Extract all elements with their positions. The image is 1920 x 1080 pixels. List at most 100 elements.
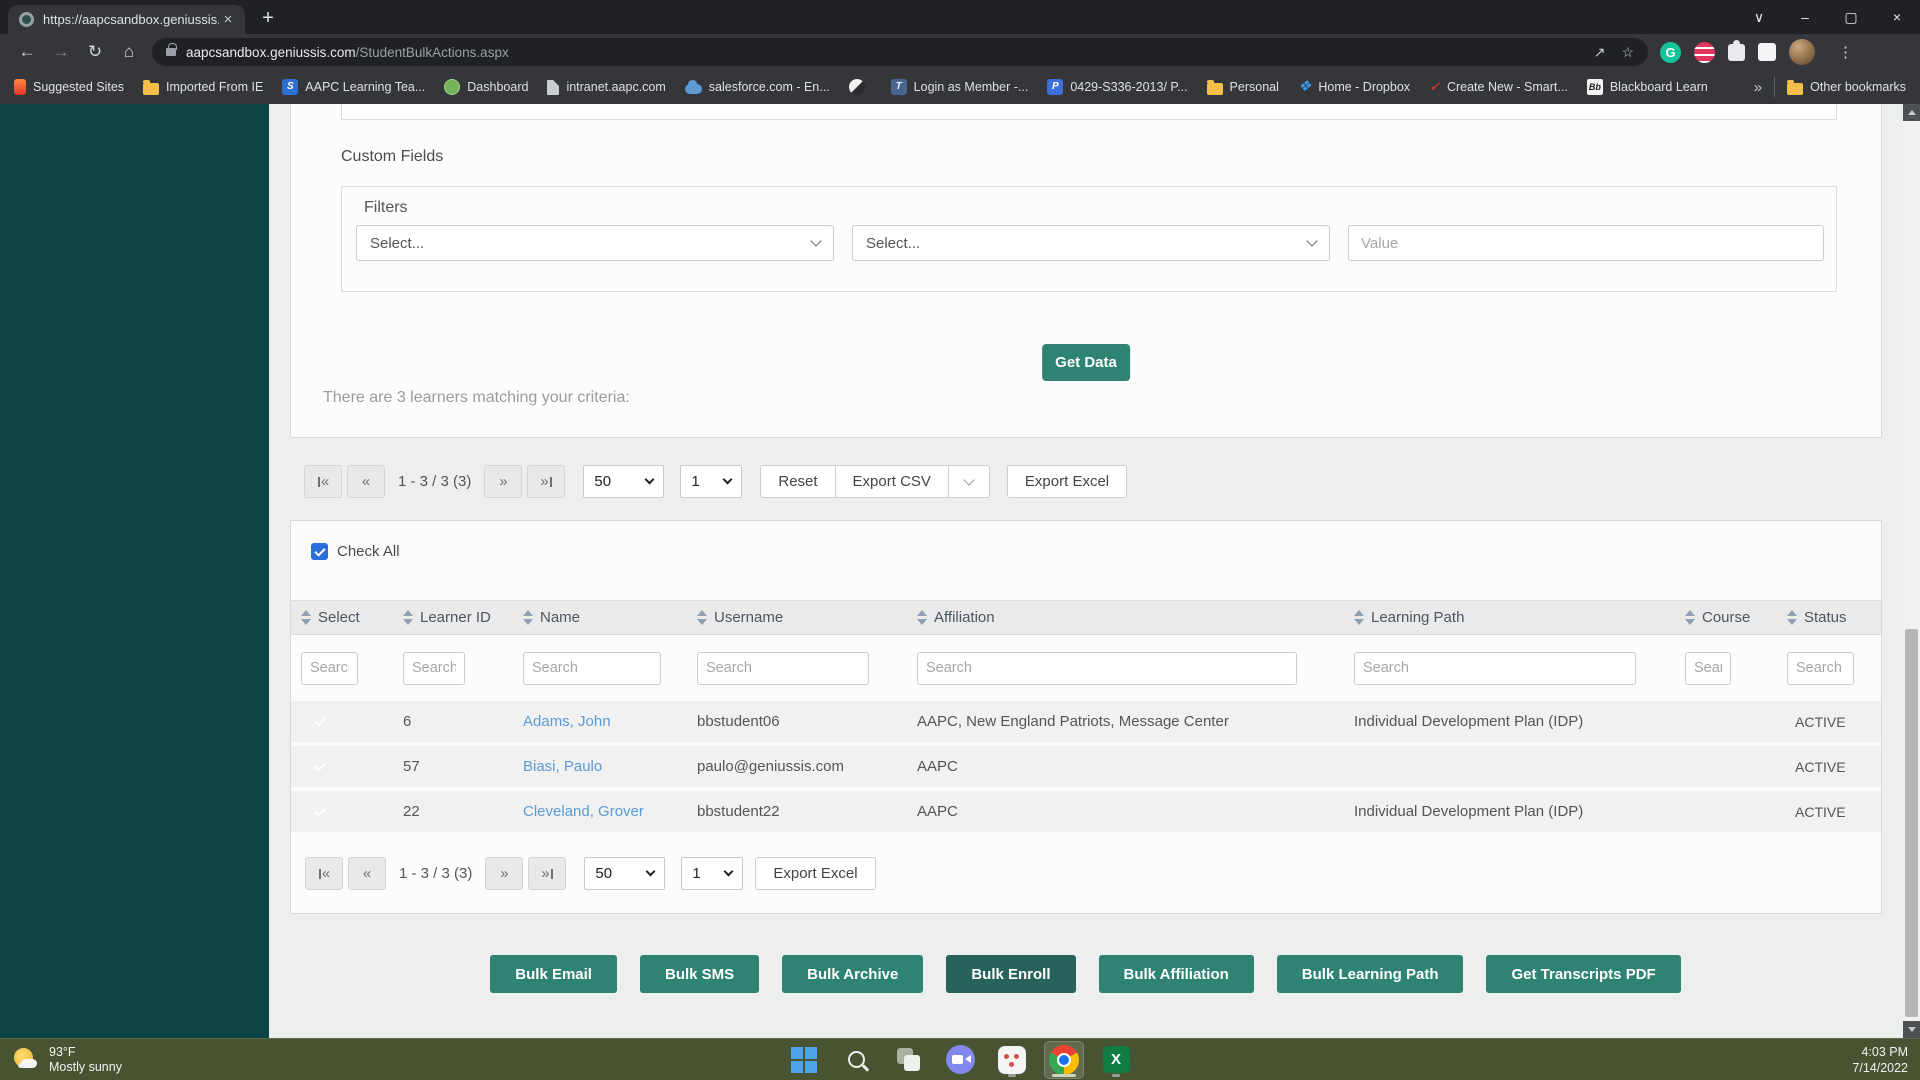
export-excel-button[interactable]: Export Excel bbox=[755, 857, 876, 890]
bookmark-globe[interactable] bbox=[848, 79, 872, 95]
sort-icon[interactable] bbox=[1787, 610, 1798, 625]
reload-icon[interactable]: ↻ bbox=[78, 37, 112, 67]
excel-taskbar-button[interactable]: X bbox=[1096, 1041, 1136, 1079]
weather-widget[interactable]: 93°F Mostly sunny bbox=[12, 1045, 122, 1075]
scrollbar-thumb[interactable] bbox=[1905, 629, 1918, 1017]
bookmark-star-icon[interactable]: ☆ bbox=[1621, 44, 1634, 61]
search-input-name[interactable] bbox=[523, 651, 661, 685]
other-bookmarks-button[interactable]: Other bookmarks bbox=[1787, 79, 1906, 95]
taskbar-clock[interactable]: 4:03 PM 7/14/2022 bbox=[1852, 1044, 1908, 1076]
scrollbar-up-icon[interactable] bbox=[1903, 104, 1920, 121]
search-input-learner-id[interactable] bbox=[403, 651, 465, 685]
next-page-button[interactable]: » bbox=[484, 465, 523, 498]
export-excel-button[interactable]: Export Excel bbox=[1006, 465, 1128, 498]
scrollbar-down-icon[interactable] bbox=[1903, 1021, 1920, 1038]
previous-page-button[interactable]: « bbox=[348, 857, 386, 890]
search-input-select[interactable] bbox=[301, 651, 358, 685]
bulk-email-button[interactable]: Bulk Email bbox=[490, 955, 617, 993]
bookmark-imported-from-ie[interactable]: Imported From IE bbox=[143, 79, 263, 95]
page-size-select[interactable]: 50 bbox=[583, 465, 665, 498]
search-input-username[interactable] bbox=[697, 651, 869, 685]
forward-icon[interactable]: → bbox=[44, 37, 78, 67]
next-page-button[interactable]: » bbox=[485, 857, 524, 890]
grammarly-extension-icon[interactable]: G bbox=[1660, 41, 1681, 63]
teams-chat-button[interactable] bbox=[940, 1041, 980, 1079]
back-icon[interactable]: ← bbox=[10, 37, 44, 67]
profile-avatar[interactable] bbox=[1789, 39, 1815, 65]
search-input-affiliation[interactable] bbox=[917, 651, 1297, 685]
learner-name-link[interactable]: Biasi, Paulo bbox=[523, 758, 602, 775]
sort-icon[interactable] bbox=[1354, 610, 1365, 625]
minimize-button[interactable]: – bbox=[1782, 0, 1828, 34]
search-input-status[interactable] bbox=[1787, 651, 1854, 685]
search-input-course[interactable] bbox=[1685, 651, 1731, 685]
sort-icon[interactable] bbox=[1685, 610, 1696, 625]
sidepanel-icon[interactable] bbox=[1758, 43, 1776, 61]
bookmark-dropbox[interactable]: ❖ Home - Dropbox bbox=[1298, 79, 1410, 95]
search-input-learning-path[interactable] bbox=[1354, 651, 1636, 685]
new-tab-button[interactable]: + bbox=[254, 6, 282, 32]
get-transcripts-pdf-button[interactable]: Get Transcripts PDF bbox=[1486, 955, 1681, 993]
restore-button[interactable]: ▢ bbox=[1828, 0, 1874, 34]
last-page-button[interactable]: » bbox=[527, 465, 566, 498]
sort-icon[interactable] bbox=[697, 610, 708, 625]
pinned-app-button[interactable] bbox=[992, 1041, 1032, 1079]
learner-name-link[interactable]: Cleveland, Grover bbox=[523, 803, 644, 820]
sort-icon[interactable] bbox=[917, 610, 928, 625]
column-header-learner-id[interactable]: Learner ID bbox=[393, 609, 513, 626]
value-input[interactable] bbox=[1348, 225, 1824, 261]
bulk-sms-button[interactable]: Bulk SMS bbox=[639, 955, 760, 993]
first-page-button[interactable]: « bbox=[304, 465, 342, 498]
chrome-taskbar-button[interactable] bbox=[1044, 1040, 1084, 1079]
column-header-username[interactable]: Username bbox=[687, 609, 907, 626]
extensions-puzzle-icon[interactable] bbox=[1728, 39, 1745, 61]
column-header-status[interactable]: Status bbox=[1777, 609, 1881, 626]
get-data-button[interactable]: Get Data bbox=[1042, 344, 1130, 381]
bulk-learning-path-button[interactable]: Bulk Learning Path bbox=[1276, 955, 1464, 993]
column-header-course[interactable]: Course bbox=[1675, 609, 1777, 626]
close-window-button[interactable]: × bbox=[1874, 0, 1920, 34]
bookmark-suggested-sites[interactable]: Suggested Sites bbox=[14, 79, 124, 95]
address-bar[interactable]: aapcsandbox.geniussis.com /StudentBulkAc… bbox=[152, 38, 1648, 66]
start-button[interactable] bbox=[784, 1041, 824, 1079]
bulk-archive-button[interactable]: Bulk Archive bbox=[782, 955, 924, 993]
column-header-learning-path[interactable]: Learning Path bbox=[1344, 609, 1675, 626]
column-header-name[interactable]: Name bbox=[513, 609, 687, 626]
reset-button[interactable]: Reset bbox=[760, 465, 836, 498]
browser-tab[interactable]: https://aapcsandbox.geniussis.co × bbox=[8, 5, 245, 34]
red-extension-icon[interactable] bbox=[1694, 41, 1715, 63]
page-number-select[interactable]: 1 bbox=[680, 465, 743, 498]
bookmark-0429[interactable]: P 0429-S336-2013/ P... bbox=[1047, 79, 1188, 95]
bulk-enroll-button[interactable]: Bulk Enroll bbox=[946, 955, 1076, 993]
bookmark-intranet[interactable]: intranet.aapc.com bbox=[547, 79, 666, 95]
bulk-affiliation-button[interactable]: Bulk Affiliation bbox=[1098, 955, 1254, 993]
check-all-checkbox[interactable] bbox=[311, 543, 328, 560]
taskbar-search-button[interactable] bbox=[836, 1041, 876, 1079]
bookmarks-overflow-icon[interactable]: » bbox=[1754, 79, 1762, 96]
bookmark-login-as-member[interactable]: T Login as Member -... bbox=[890, 79, 1028, 95]
first-page-button[interactable]: « bbox=[305, 857, 343, 890]
column-header-select[interactable]: Select bbox=[291, 609, 393, 626]
home-icon[interactable]: ⌂ bbox=[112, 37, 146, 67]
bookmark-personal[interactable]: Personal bbox=[1206, 79, 1279, 95]
last-page-button[interactable]: » bbox=[528, 857, 567, 890]
column-header-affiliation[interactable]: Affiliation bbox=[907, 609, 1344, 626]
sort-icon[interactable] bbox=[403, 610, 414, 625]
previous-page-button[interactable]: « bbox=[347, 465, 385, 498]
bookmark-aapc-learning[interactable]: S AAPC Learning Tea... bbox=[282, 79, 425, 95]
bookmark-smartsheet[interactable]: ✓ Create New - Smart... bbox=[1429, 79, 1568, 95]
custom-field-operator-select[interactable]: Select... bbox=[852, 225, 1330, 261]
export-csv-dropdown-button[interactable] bbox=[947, 465, 990, 498]
bookmark-blackboard[interactable]: Bb Blackboard Learn bbox=[1586, 79, 1708, 95]
tab-search-icon[interactable]: ∨ bbox=[1736, 0, 1782, 34]
bookmark-dashboard[interactable]: Dashboard bbox=[444, 79, 528, 95]
sort-icon[interactable] bbox=[301, 610, 312, 625]
export-csv-button[interactable]: Export CSV bbox=[834, 465, 949, 498]
learner-name-link[interactable]: Adams, John bbox=[523, 713, 611, 730]
bookmark-salesforce[interactable]: salesforce.com - En... bbox=[684, 79, 830, 94]
sort-icon[interactable] bbox=[523, 610, 534, 625]
share-icon[interactable]: ↗ bbox=[1594, 44, 1606, 61]
page-number-select[interactable]: 1 bbox=[681, 857, 744, 890]
task-view-button[interactable] bbox=[888, 1041, 928, 1079]
custom-field-select[interactable]: Select... bbox=[356, 225, 834, 261]
